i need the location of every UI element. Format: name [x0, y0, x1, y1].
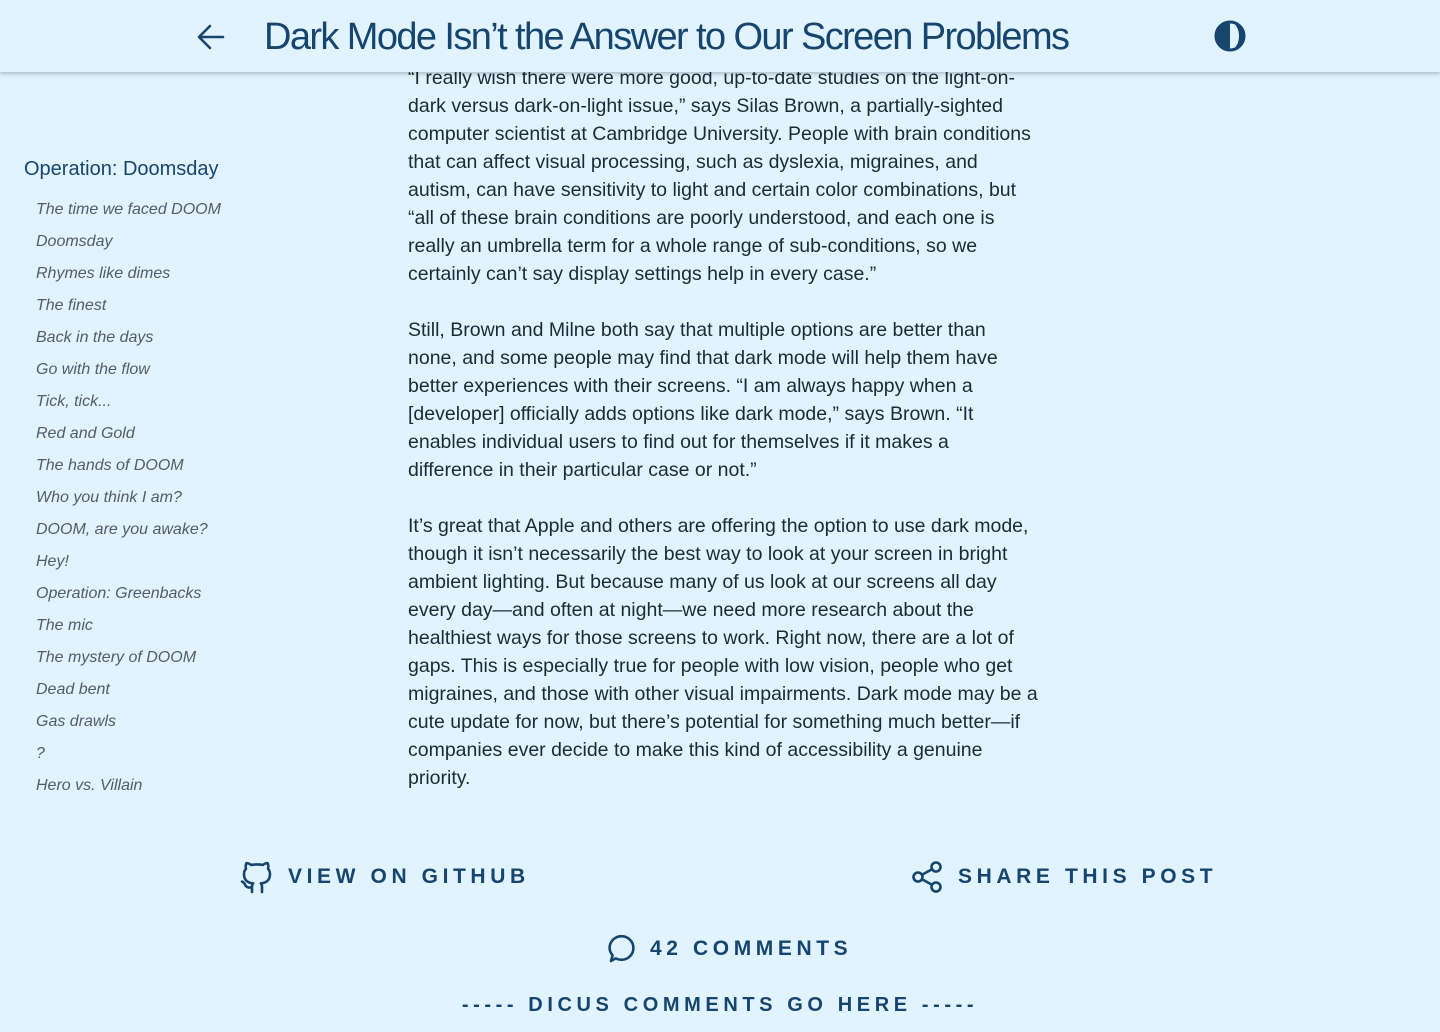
- toc-item[interactable]: Gas drawls: [36, 706, 324, 738]
- comments-label: 42 COMMENTS: [650, 937, 853, 960]
- back-button[interactable]: [192, 18, 230, 56]
- toc-item[interactable]: Tick, tick...: [36, 386, 324, 418]
- article-paragraph: Still, Brown and Milne both say that mul…: [408, 319, 998, 481]
- toc-item[interactable]: Rhymes like dimes: [36, 258, 324, 290]
- top-bar: Dark Mode Isn’t the Answer to Our Screen…: [0, 0, 1440, 72]
- share-label: SHARE THIS POST: [958, 865, 1218, 888]
- theme-toggle-button[interactable]: [1212, 18, 1248, 54]
- toc-item[interactable]: DOOM, are you awake?: [36, 514, 324, 546]
- toc-item[interactable]: The mystery of DOOM: [36, 642, 324, 674]
- share-icon: [910, 860, 944, 894]
- toc-item[interactable]: The finest: [36, 290, 324, 322]
- toc-item[interactable]: Hey!: [36, 546, 324, 578]
- toc-item[interactable]: ?: [36, 738, 324, 770]
- toc-item[interactable]: Red and Gold: [36, 418, 324, 450]
- toc-item[interactable]: Back in the days: [36, 322, 324, 354]
- toc-heading[interactable]: Operation: Doomsday: [24, 154, 324, 184]
- comments-placeholder: ----- DICUS COMMENTS GO HERE -----: [461, 994, 979, 1016]
- toc-item[interactable]: Go with the flow: [36, 354, 324, 386]
- comments-link[interactable]: 42 COMMENTS: [604, 930, 852, 968]
- table-of-contents: Operation: Doomsday The time we faced DO…: [24, 154, 324, 802]
- toc-item[interactable]: Who you think I am?: [36, 482, 324, 514]
- speech-bubble-icon: [604, 932, 638, 966]
- article-paragraph: “I really wish there were more good, up-…: [408, 67, 1031, 285]
- github-label: VIEW ON GITHUB: [288, 865, 530, 888]
- toc-item[interactable]: Hero vs. Villain: [36, 770, 324, 802]
- toc-item[interactable]: Dead bent: [36, 674, 324, 706]
- toc-item[interactable]: Doomsday: [36, 226, 324, 258]
- github-icon: [240, 859, 274, 895]
- half-moon-contrast-icon: [1214, 20, 1246, 52]
- toc-item[interactable]: The mic: [36, 610, 324, 642]
- toc-item[interactable]: The time we faced DOOM: [36, 194, 324, 226]
- view-on-github-link[interactable]: VIEW ON GITHUB: [240, 858, 530, 896]
- toc-item[interactable]: The hands of DOOM: [36, 450, 324, 482]
- arrow-left-icon: [197, 24, 225, 50]
- toc-list: The time we faced DOOM Doomsday Rhymes l…: [24, 194, 324, 802]
- page-title: Dark Mode Isn’t the Answer to Our Screen…: [264, 16, 1070, 58]
- article-body: “I really wish there were more good, up-…: [408, 64, 1038, 820]
- article-paragraph: It’s great that Apple and others are off…: [408, 515, 1038, 789]
- toc-item[interactable]: Operation: Greenbacks: [36, 578, 324, 610]
- share-post-link[interactable]: SHARE THIS POST: [910, 858, 1217, 896]
